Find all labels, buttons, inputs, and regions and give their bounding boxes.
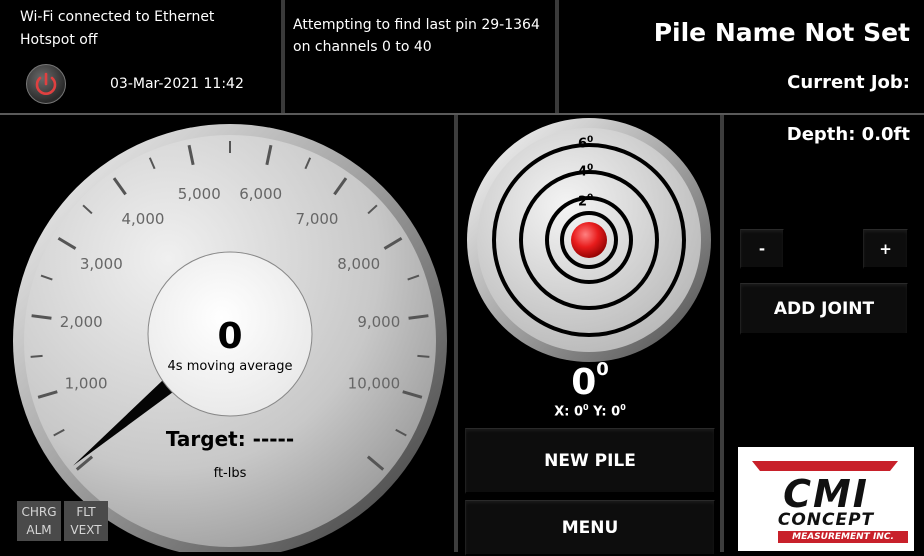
status-panel: Wi-Fi connected to Ethernet Hotspot off …: [0, 0, 281, 113]
tilt-y-degree: 0: [620, 403, 626, 412]
gauge-scale-label: 5,000: [178, 185, 221, 203]
ring-label-2-value: 2: [578, 194, 588, 210]
hotspot-status: Hotspot off: [20, 32, 98, 48]
logo-line-1: CONCEPT: [777, 510, 875, 530]
tilt-y: Y: 0: [588, 404, 621, 420]
ring-label-6-degree: 0: [587, 135, 594, 145]
ring-label-2: 20: [578, 193, 593, 209]
gauge-value: 0: [217, 316, 243, 357]
tilt-angle-degree: 0: [596, 359, 609, 380]
indicator-chrg: CHRG: [21, 505, 57, 519]
gauge-scale-label: 8,000: [337, 255, 380, 273]
indicator-vext: VEXT: [70, 523, 102, 537]
tilt-bubble: [571, 222, 607, 258]
gauge-scale-label: 7,000: [296, 210, 339, 228]
gauge-minor-tick: [417, 354, 430, 358]
tilt-angle-value: 0: [571, 362, 597, 403]
message-line-2: on channels 0 to 40: [293, 39, 432, 55]
depth-increase-button[interactable]: +: [863, 229, 908, 269]
header-bottom-divider: [0, 113, 924, 115]
column-divider-right: [720, 115, 724, 552]
gauge-scale-label: 4,000: [122, 210, 165, 228]
indicator-flt: FLT: [76, 505, 96, 519]
ring-label-4-degree: 0: [587, 163, 594, 173]
gauge-scale-label: 6,000: [239, 185, 282, 203]
gauge-unit: ft-lbs: [213, 466, 247, 481]
pile-info-panel: Pile Name Not Set Current Job:: [559, 0, 924, 113]
menu-button[interactable]: MENU: [465, 500, 715, 556]
gauge-scale-label: 9,000: [357, 313, 400, 331]
ring-label-6-value: 6: [578, 136, 588, 152]
indicator-alm: ALM: [26, 523, 52, 537]
datetime: 03-Mar-2021 11:42: [110, 76, 244, 92]
gauge-scale-label: 1,000: [65, 374, 108, 392]
depth-label: Depth: 0.0ft: [786, 124, 910, 145]
gauge-subtitle: 4s moving average: [167, 359, 293, 374]
power-button[interactable]: [26, 64, 66, 104]
gauge-target: Target: -----: [165, 427, 295, 451]
tilt-target: [467, 118, 711, 362]
tilt-x: X: 0: [554, 404, 584, 420]
ring-label-6: 60: [578, 135, 593, 151]
indicator-flt-vext: FLT VEXT: [64, 501, 108, 541]
gauge-scale-label: 2,000: [60, 313, 103, 331]
gauge-scale-label: 10,000: [348, 374, 401, 392]
depth-decrease-button[interactable]: -: [740, 229, 784, 269]
indicator-chrg-alm: CHRG ALM: [17, 501, 61, 541]
ring-label-4-value: 4: [578, 164, 588, 180]
message-line-1: Attempting to find last pin 29-1364: [293, 17, 540, 33]
message-panel: Attempting to find last pin 29-1364 on c…: [285, 0, 555, 113]
company-logo: CMI CONCEPT MEASUREMENT INC.: [738, 447, 914, 551]
new-pile-button[interactable]: NEW PILE: [465, 428, 715, 494]
ring-label-4: 40: [578, 163, 593, 179]
logo-line-2: MEASUREMENT INC.: [778, 531, 908, 543]
tilt-xy: X: 00 Y: 00: [520, 403, 660, 419]
gauge-scale-label: 3,000: [80, 255, 123, 273]
add-joint-button[interactable]: ADD JOINT: [740, 283, 908, 335]
power-icon: [35, 72, 57, 95]
wifi-status: Wi-Fi connected to Ethernet: [20, 9, 215, 25]
tilt-angle: 00: [540, 359, 640, 403]
pile-name: Pile Name Not Set: [653, 18, 910, 47]
current-job-label: Current Job:: [787, 72, 910, 93]
gauge-minor-tick: [30, 354, 43, 358]
ring-label-2-degree: 0: [587, 193, 594, 203]
